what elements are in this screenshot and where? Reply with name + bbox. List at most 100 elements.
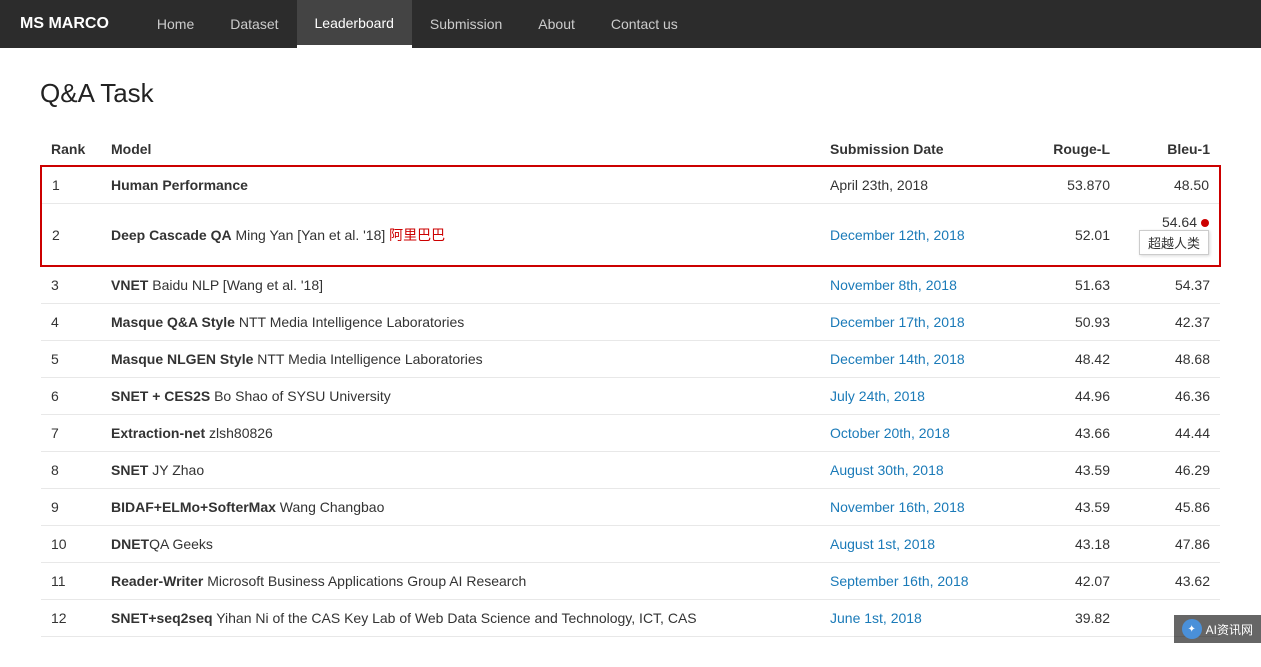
date-link[interactable]: December 17th, 2018 [830,314,965,330]
nav-home[interactable]: Home [139,0,212,48]
model-name-bold: DNET [111,536,149,552]
model-name-rest: Yihan Ni of the CAS Key Lab of Web Data … [213,610,697,626]
cell-rouge: 43.59 [1020,489,1120,526]
cell-rouge: 43.59 [1020,452,1120,489]
cell-model: Human Performance [101,166,820,204]
model-name-bold: Masque Q&A Style [111,314,235,330]
cell-rouge: 42.07 [1020,563,1120,600]
cell-date[interactable]: September 16th, 2018 [820,563,1020,600]
cell-rank: 9 [41,489,101,526]
model-name-rest: Wang Changbao [276,499,384,515]
cell-model: SNET JY Zhao [101,452,820,489]
watermark: ✦ AI资讯网 [1174,615,1261,643]
cell-model: SNET+seq2seq Yihan Ni of the CAS Key Lab… [101,600,820,637]
cell-rouge: 52.01 [1020,204,1120,267]
nav-dataset[interactable]: Dataset [212,0,296,48]
model-name-rest: NTT Media Intelligence Laboratories [235,314,464,330]
cell-model: Extraction-net zlsh80826 [101,415,820,452]
brand-logo: MS MARCO [20,15,109,33]
model-name-rest: NTT Media Intelligence Laboratories [253,351,482,367]
cell-bleu: 43.62 [1120,563,1220,600]
cell-date[interactable]: November 8th, 2018 [820,266,1020,304]
model-name-bold: Extraction-net [111,425,205,441]
cell-rouge: 50.93 [1020,304,1120,341]
table-row: 3VNET Baidu NLP [Wang et al. '18]Novembe… [41,266,1220,304]
cell-bleu: 54.37 [1120,266,1220,304]
nav-menu: Home Dataset Leaderboard Submission Abou… [139,0,696,48]
model-name-bold: Human Performance [111,177,248,193]
leaderboard-table: Rank Model Submission Date Rouge-L Bleu-… [40,133,1221,637]
table-row: 11Reader-Writer Microsoft Business Appli… [41,563,1220,600]
watermark-text: AI资讯网 [1206,621,1253,638]
table-row: 1 Human Performance April 23th, 201853.870… [41,166,1220,204]
header-bleu: Bleu-1 [1120,133,1220,166]
cell-date[interactable]: December 17th, 2018 [820,304,1020,341]
watermark-icon: ✦ [1182,619,1202,639]
cell-date[interactable]: October 20th, 2018 [820,415,1020,452]
cell-model: Masque NLGEN Style NTT Media Intelligenc… [101,341,820,378]
cell-rouge: 53.870 [1020,166,1120,204]
cell-rank: 6 [41,378,101,415]
cell-date[interactable]: June 1st, 2018 [820,600,1020,637]
cell-rank: 5 [41,341,101,378]
date-link[interactable]: August 1st, 2018 [830,536,935,552]
cell-bleu: 46.29 [1120,452,1220,489]
cell-date[interactable]: December 14th, 2018 [820,341,1020,378]
date-link[interactable]: September 16th, 2018 [830,573,969,589]
table-row: 12SNET+seq2seq Yihan Ni of the CAS Key L… [41,600,1220,637]
cell-rank: 10 [41,526,101,563]
cell-rouge: 51.63 [1020,266,1120,304]
date-link[interactable]: November 8th, 2018 [830,277,957,293]
model-name-rest: JY Zhao [148,462,204,478]
date-link[interactable]: November 16th, 2018 [830,499,965,515]
cell-date[interactable]: November 16th, 2018 [820,489,1020,526]
nav-leaderboard[interactable]: Leaderboard [297,0,412,48]
table-row: 5Masque NLGEN Style NTT Media Intelligen… [41,341,1220,378]
page-title: Q&A Task [40,78,1221,109]
model-name-rest: Ming Yan [Yan et al. '18] [232,227,386,243]
nav-contact[interactable]: Contact us [593,0,696,48]
cell-model: VNET Baidu NLP [Wang et al. '18] [101,266,820,304]
cell-bleu: 44.44 [1120,415,1220,452]
exceed-dot [1201,219,1209,227]
cell-rouge: 43.66 [1020,415,1120,452]
model-name-rest: zlsh80826 [205,425,273,441]
nav-about[interactable]: About [520,0,593,48]
cell-bleu: 42.37 [1120,304,1220,341]
main-content: Q&A Task Rank Model Submission Date Roug… [0,48,1261,667]
date-link[interactable]: October 20th, 2018 [830,425,950,441]
model-name-rest: Baidu NLP [Wang et al. '18] [148,277,323,293]
table-row: 9 BIDAF+ELMo+SofterMax Wang Changbao Novem… [41,489,1220,526]
cell-model: SNET + CES2S Bo Shao of SYSU University [101,378,820,415]
date-link[interactable]: June 1st, 2018 [830,610,922,626]
model-name-rest: Bo Shao of SYSU University [210,388,391,404]
nav-submission[interactable]: Submission [412,0,520,48]
date-link[interactable]: December 14th, 2018 [830,351,965,367]
cell-rank: 8 [41,452,101,489]
model-name-bold: VNET [111,277,148,293]
date-link[interactable]: August 30th, 2018 [830,462,944,478]
cell-date[interactable]: August 1st, 2018 [820,526,1020,563]
exceed-human-badge: 超越人类 [1139,230,1209,255]
model-name-rest: QA Geeks [149,536,213,552]
table-row: 10DNETQA GeeksAugust 1st, 201843.1847.86 [41,526,1220,563]
model-name-bold: SNET [111,462,148,478]
cell-rouge: 39.82 [1020,600,1120,637]
header-rank: Rank [41,133,101,166]
cell-model: Deep Cascade QA Ming Yan [Yan et al. '18… [101,204,820,267]
model-name-bold: Reader-Writer [111,573,203,589]
cell-date[interactable]: December 12th, 2018 [820,204,1020,267]
cell-model: Masque Q&A Style NTT Media Intelligence … [101,304,820,341]
cell-date[interactable]: August 30th, 2018 [820,452,1020,489]
model-name-bold: Masque NLGEN Style [111,351,253,367]
model-name-bold: BIDAF+ELMo+SofterMax [111,499,276,515]
header-model: Model [101,133,820,166]
cell-rank: 1 [41,166,101,204]
table-row: 6SNET + CES2S Bo Shao of SYSU University… [41,378,1220,415]
cell-date[interactable]: July 24th, 2018 [820,378,1020,415]
table-row: 2Deep Cascade QA Ming Yan [Yan et al. '1… [41,204,1220,267]
cell-date: April 23th, 2018 [820,166,1020,204]
date-link[interactable]: December 12th, 2018 [830,227,965,243]
cell-rank: 4 [41,304,101,341]
date-link[interactable]: July 24th, 2018 [830,388,925,404]
